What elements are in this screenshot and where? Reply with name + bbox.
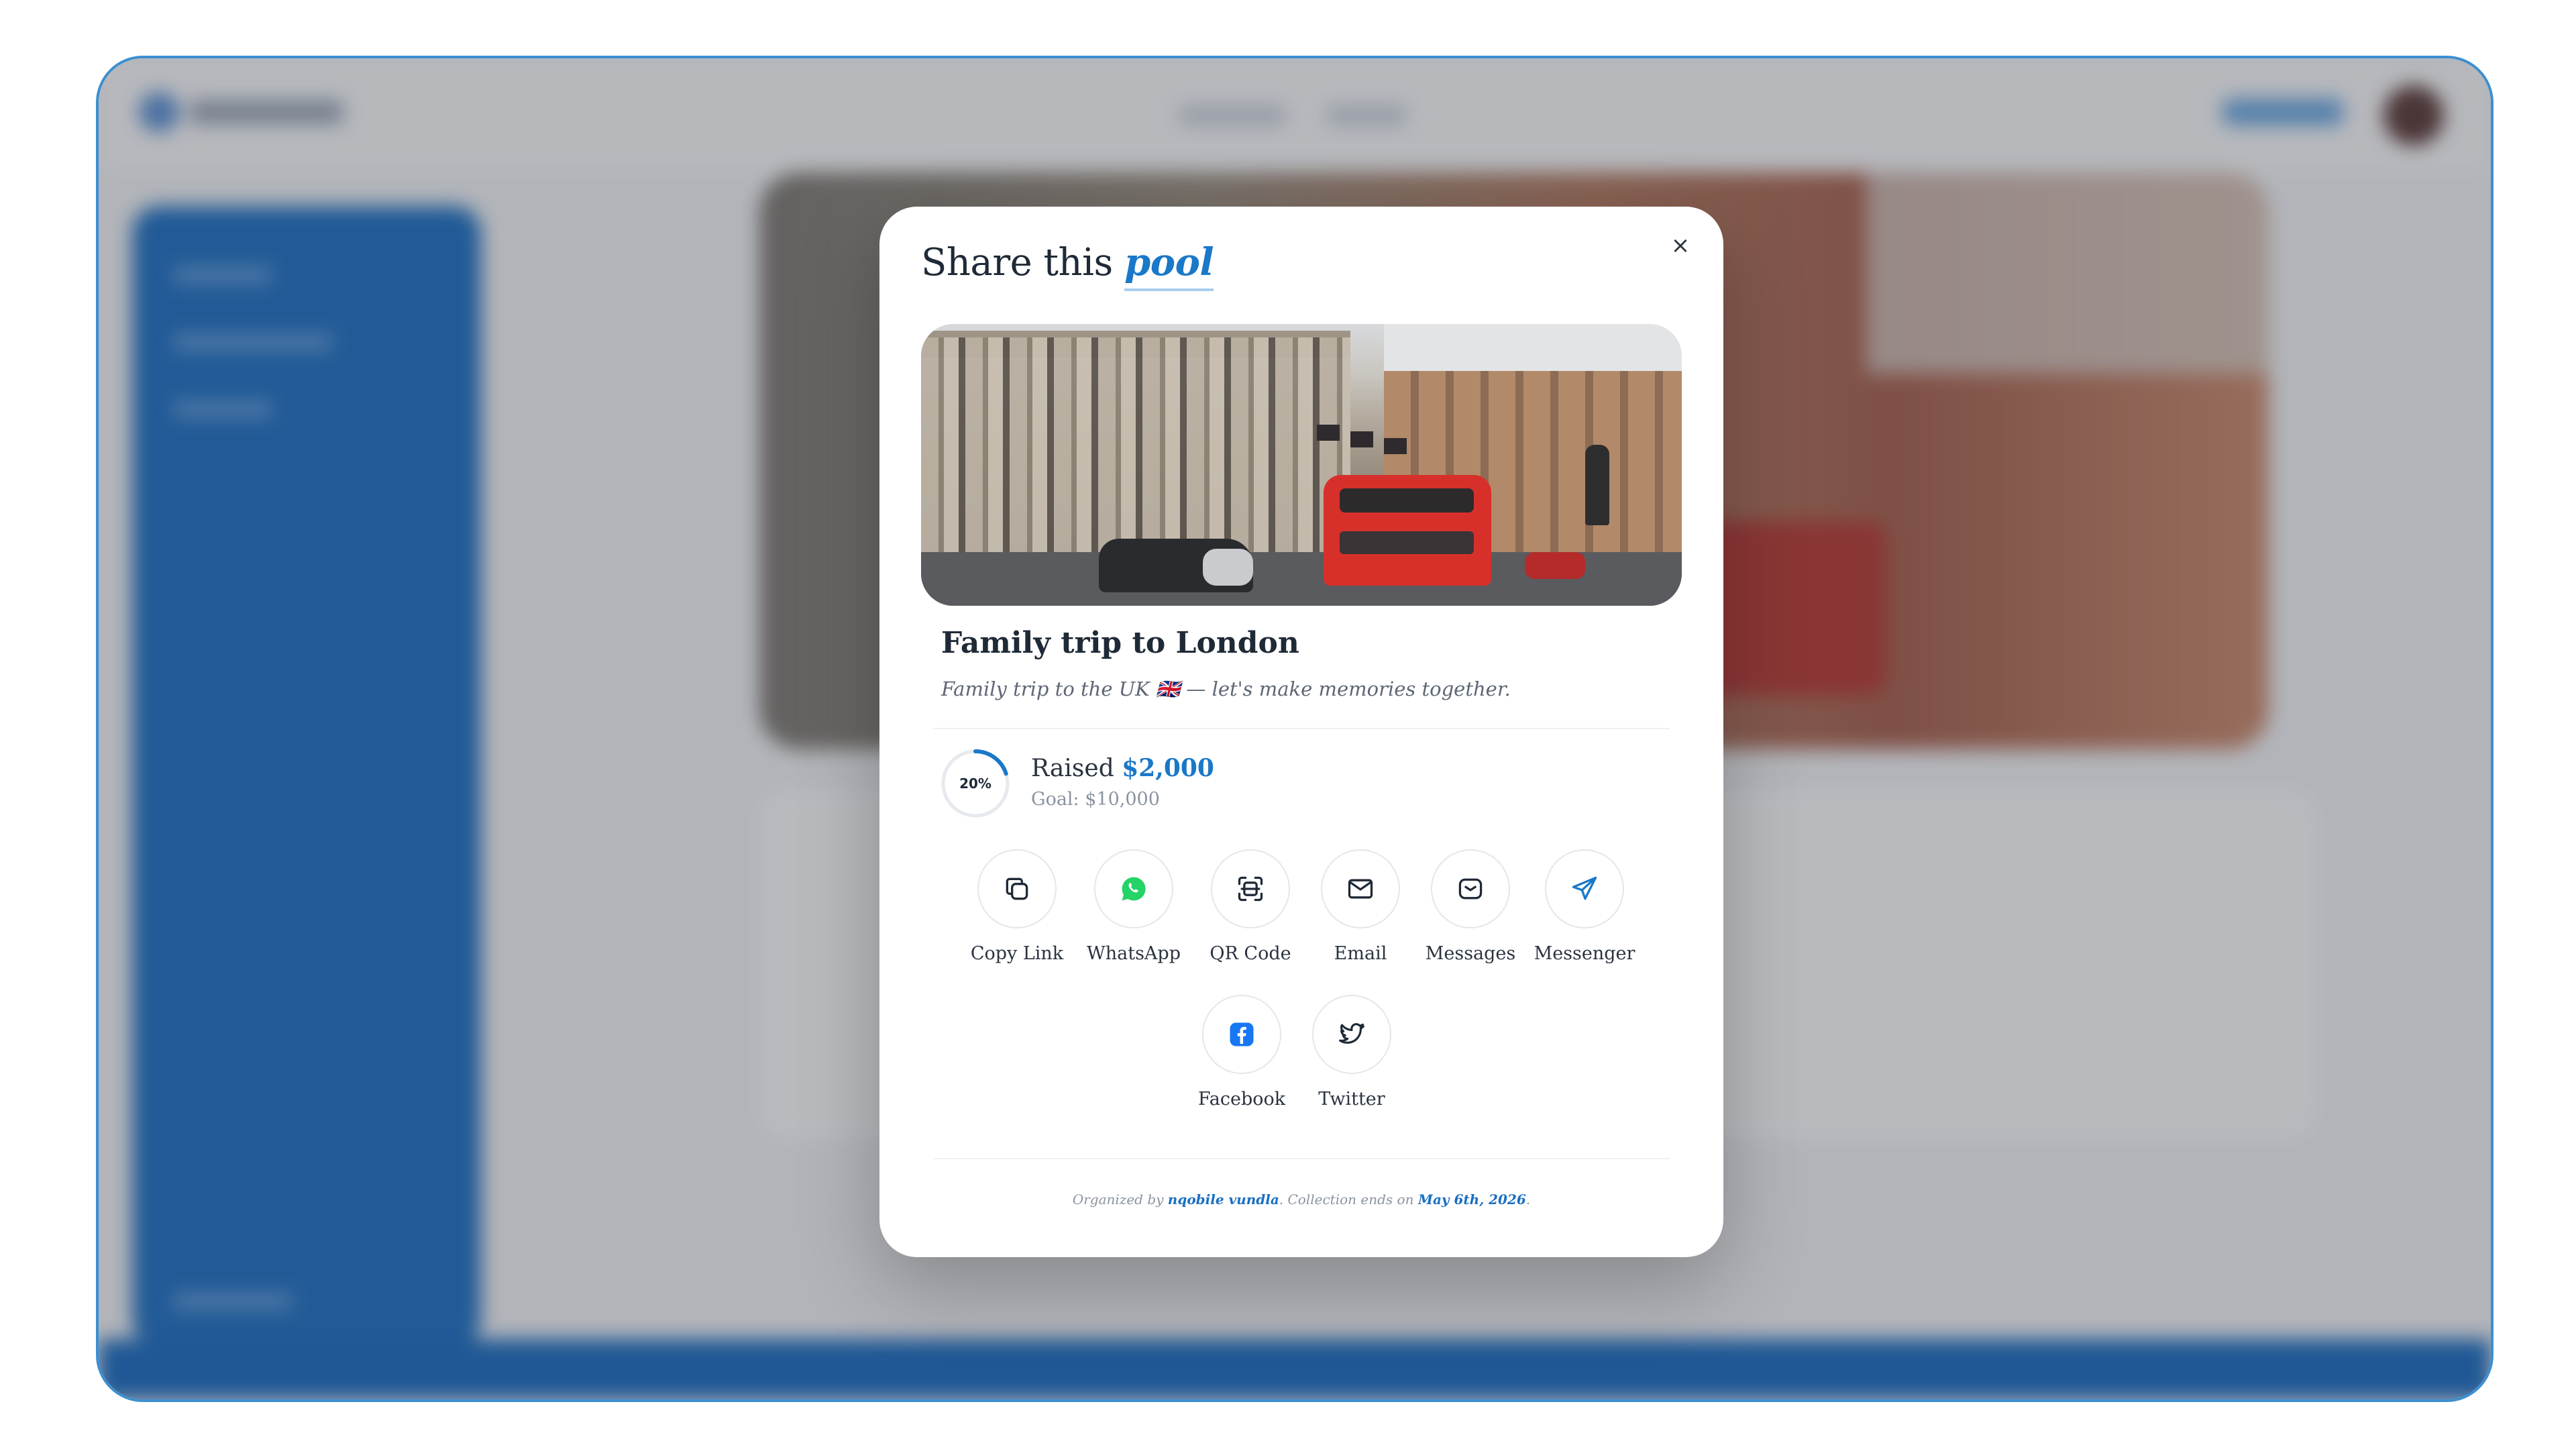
facebook-icon — [1230, 1022, 1254, 1046]
twitter-icon — [1339, 1023, 1364, 1044]
progress-ring: 20% — [938, 747, 1012, 820]
pool-description: Family trip to the UK 🇬🇧 — let's make me… — [941, 678, 1511, 700]
raised-amount: $2,000 — [1122, 754, 1214, 782]
pool-cover-image — [921, 324, 1682, 606]
modal-title: Share this pool — [921, 240, 1214, 291]
qr-code-icon — [1238, 876, 1263, 902]
email-icon — [1348, 879, 1373, 899]
messages-icon — [1458, 878, 1483, 900]
whatsapp-icon — [1122, 877, 1146, 901]
share-qr-code[interactable]: QR Code — [1197, 849, 1304, 964]
share-email[interactable]: Email — [1307, 849, 1414, 964]
share-options-row: Copy Link WhatsApp QR Code Email Message… — [963, 849, 1638, 964]
share-facebook[interactable]: Facebook — [1195, 995, 1289, 1110]
share-copy-link[interactable]: Copy Link — [963, 849, 1071, 964]
close-icon: × — [1670, 232, 1690, 259]
messenger-icon — [1572, 876, 1597, 900]
share-options-row: Facebook Twitter — [1195, 995, 1399, 1110]
progress-percent: 20% — [959, 775, 991, 792]
goal-amount: Goal: $10,000 — [1031, 789, 1160, 810]
share-messenger[interactable]: Messenger — [1531, 849, 1638, 964]
modal-footer: Organized by nqobile vundla. Collection … — [1072, 1191, 1531, 1208]
share-modal: × Share this pool Family trip to London … — [879, 207, 1723, 1257]
share-whatsapp[interactable]: WhatsApp — [1080, 849, 1187, 964]
raised-summary: Raised $2,000 — [1031, 754, 1214, 782]
share-twitter[interactable]: Twitter — [1305, 995, 1399, 1110]
close-button[interactable]: × — [1662, 227, 1699, 264]
copy-icon — [1006, 877, 1028, 900]
divider — [933, 728, 1670, 729]
pool-title: Family trip to London — [941, 626, 1299, 660]
divider — [933, 1158, 1670, 1159]
organizer-link[interactable]: nqobile vundla — [1168, 1191, 1279, 1208]
modal-title-accent: pool — [1124, 240, 1214, 291]
end-date: May 6th, 2026 — [1417, 1191, 1526, 1208]
share-messages[interactable]: Messages — [1417, 849, 1524, 964]
